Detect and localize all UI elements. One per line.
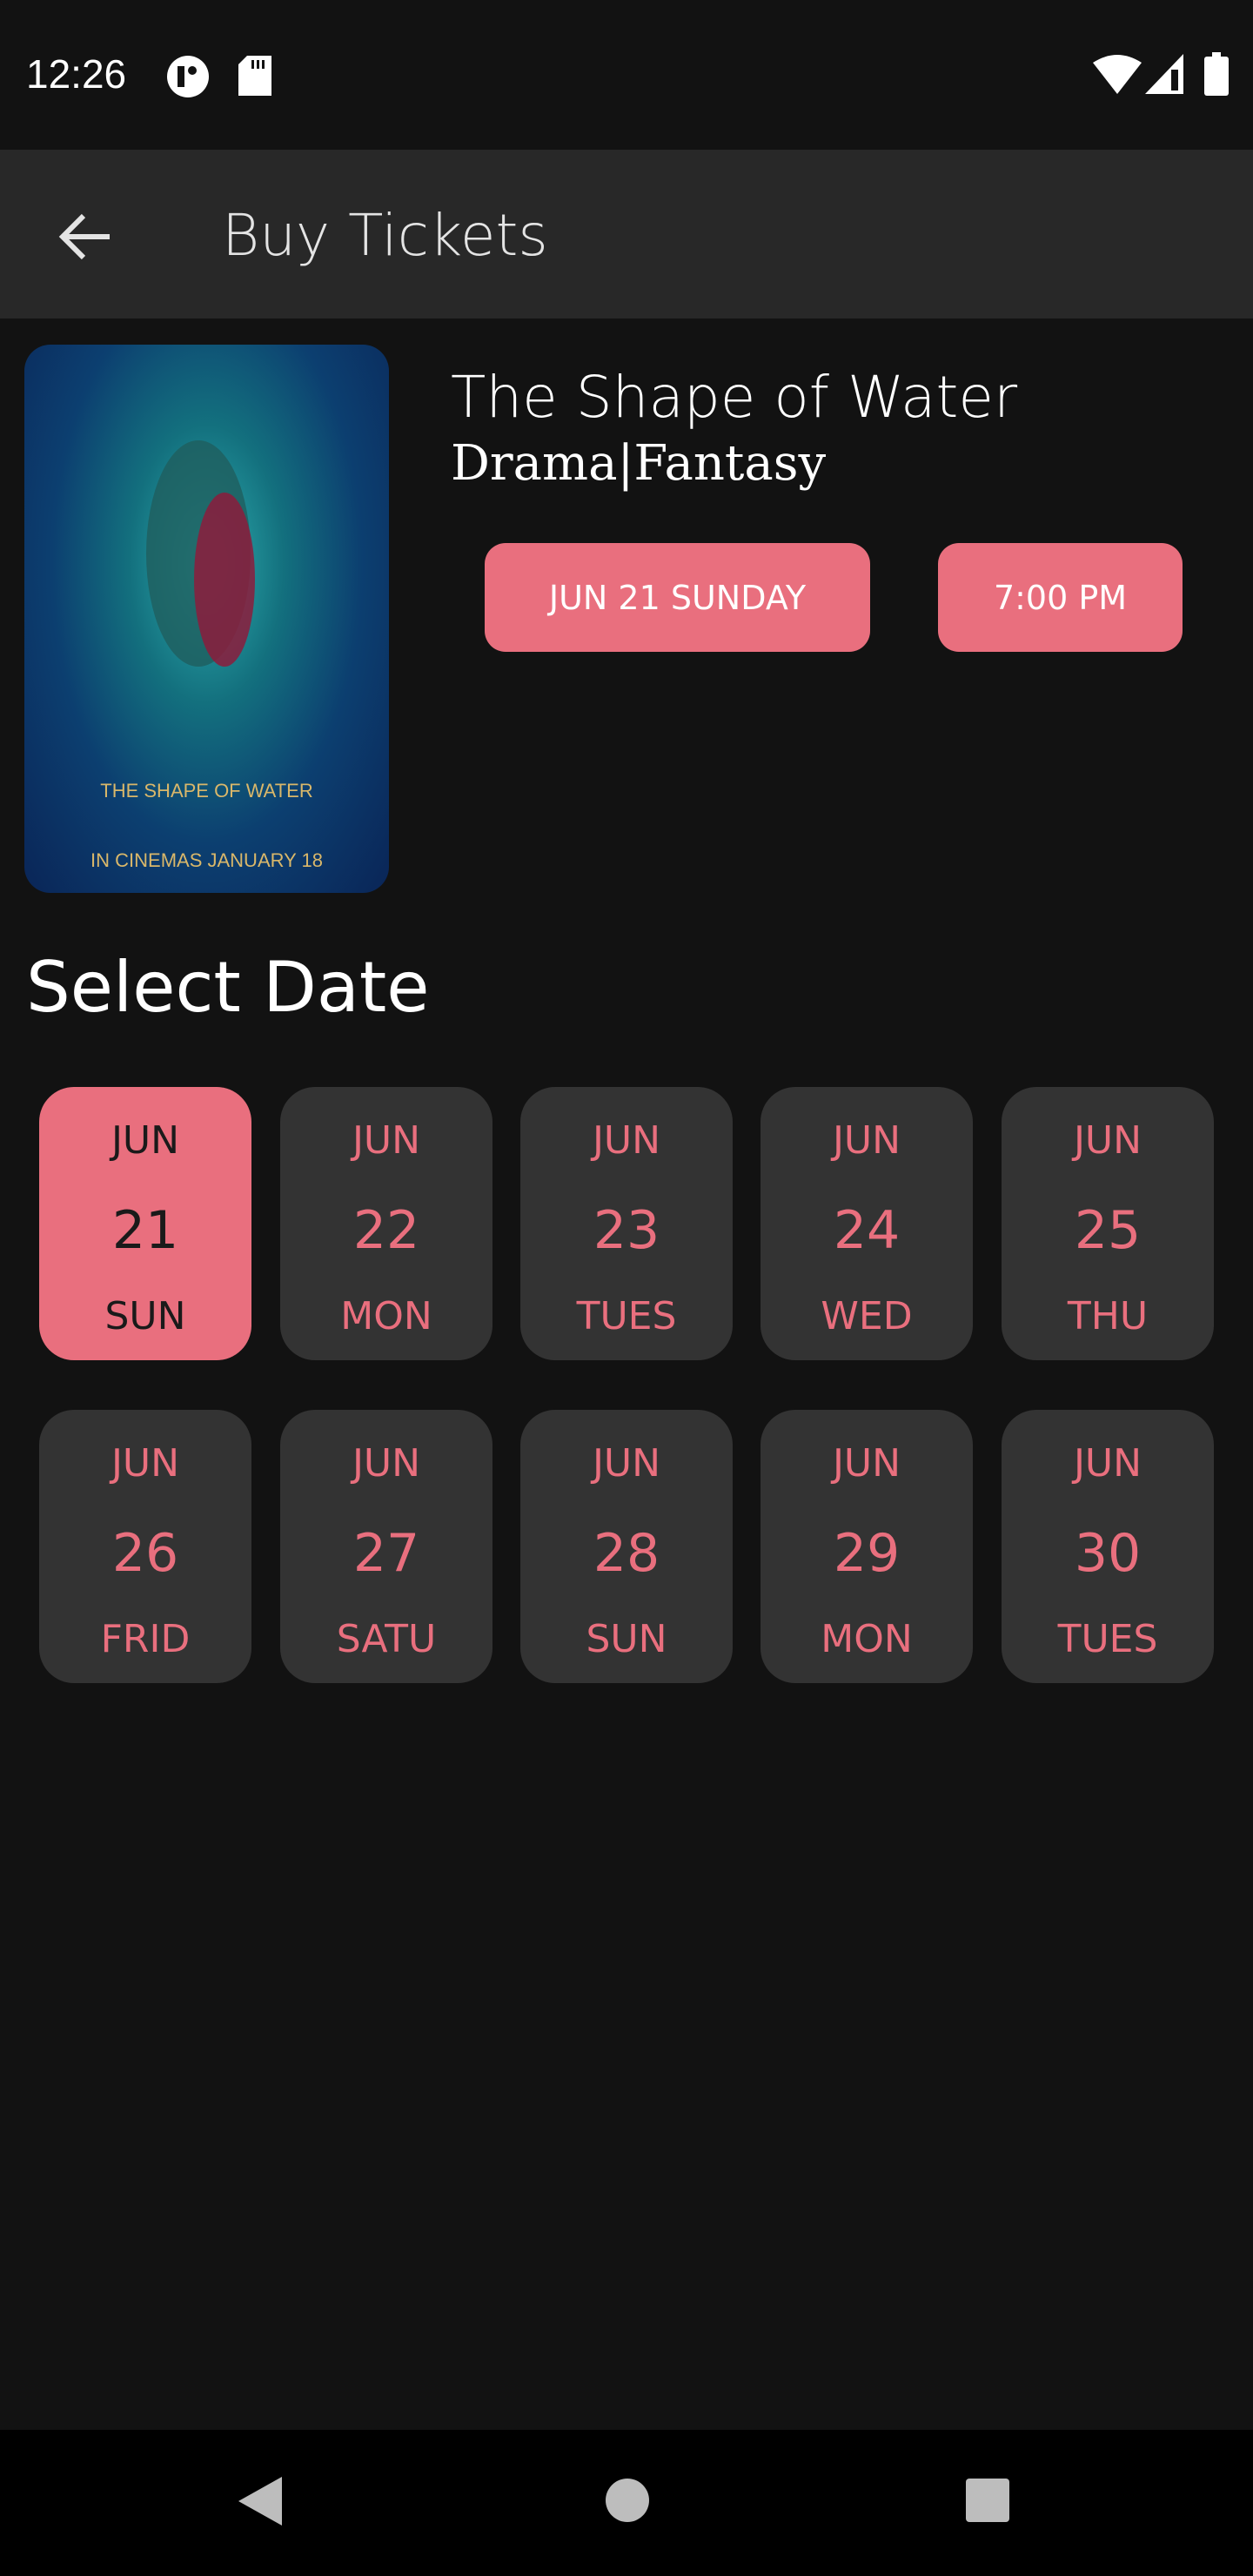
date-month: JUN xyxy=(111,1441,180,1486)
date-weekday: FRID xyxy=(100,1617,191,1661)
date-card-21[interactable]: JUN 21 SUN xyxy=(39,1087,251,1360)
date-day: 23 xyxy=(593,1200,660,1261)
date-weekday: SATU xyxy=(336,1617,437,1661)
movie-genre: Drama|Fantasy xyxy=(451,435,827,492)
signal-icon xyxy=(1145,54,1183,94)
sd-card-icon xyxy=(238,56,271,96)
battery-icon xyxy=(1204,52,1229,96)
select-date-heading: Select Date xyxy=(26,947,430,1028)
date-month: JUN xyxy=(352,1118,421,1163)
date-month: JUN xyxy=(832,1441,901,1486)
status-time: 12:26 xyxy=(26,51,127,97)
date-month: JUN xyxy=(111,1118,180,1163)
date-month: JUN xyxy=(592,1118,661,1163)
date-card-24[interactable]: JUN 24 WED xyxy=(761,1087,973,1360)
selected-date-button[interactable]: JUN 21 SUNDAY xyxy=(485,543,870,652)
date-weekday: TUES xyxy=(1057,1617,1158,1661)
poster-figures xyxy=(146,440,255,667)
date-card-29[interactable]: JUN 29 MON xyxy=(761,1410,973,1683)
date-month: JUN xyxy=(352,1441,421,1486)
app-bar xyxy=(0,150,1253,319)
date-weekday: TUES xyxy=(576,1294,677,1338)
date-day: 29 xyxy=(833,1523,901,1584)
status-bar: 12:26 xyxy=(0,0,1253,150)
date-day: 24 xyxy=(833,1200,901,1261)
navigation-bar xyxy=(0,2430,1253,2576)
back-arrow-icon[interactable] xyxy=(54,205,117,268)
poster-title: THE SHAPE OF WATER xyxy=(100,780,313,802)
date-month: JUN xyxy=(832,1118,901,1163)
date-weekday: MON xyxy=(340,1294,432,1338)
date-weekday: SUN xyxy=(586,1617,667,1661)
date-day: 27 xyxy=(352,1523,420,1584)
date-card-25[interactable]: JUN 25 THU xyxy=(1002,1087,1214,1360)
date-day: 26 xyxy=(111,1523,179,1584)
selected-time-button[interactable]: 7:00 PM xyxy=(938,543,1183,652)
movie-title: The Shape of Water xyxy=(451,364,1018,431)
date-day: 22 xyxy=(352,1200,420,1261)
date-card-27[interactable]: JUN 27 SATU xyxy=(280,1410,492,1683)
date-weekday: WED xyxy=(821,1294,913,1338)
notification-icon xyxy=(167,56,209,97)
date-card-28[interactable]: JUN 28 SUN xyxy=(520,1410,733,1683)
date-weekday: THU xyxy=(1067,1294,1149,1338)
date-card-30[interactable]: JUN 30 TUES xyxy=(1002,1410,1214,1683)
date-card-26[interactable]: JUN 26 FRID xyxy=(39,1410,251,1683)
date-day: 25 xyxy=(1074,1200,1142,1261)
poster-tagline: IN CINEMAS JANUARY 18 xyxy=(90,849,323,871)
wifi-icon xyxy=(1093,55,1142,94)
date-day: 21 xyxy=(111,1200,179,1261)
date-card-22[interactable]: JUN 22 MON xyxy=(280,1087,492,1360)
date-weekday: MON xyxy=(821,1617,913,1661)
date-month: JUN xyxy=(1073,1441,1142,1486)
page-title: Buy Tickets xyxy=(222,202,548,269)
date-weekday: SUN xyxy=(104,1294,186,1338)
movie-poster: THE SHAPE OF WATER IN CINEMAS JANUARY 18 xyxy=(24,345,389,893)
date-day: 28 xyxy=(593,1523,660,1584)
date-month: JUN xyxy=(592,1441,661,1486)
nav-back-icon[interactable] xyxy=(237,2475,285,2527)
nav-home-icon[interactable] xyxy=(604,2477,651,2524)
nav-recents-icon[interactable] xyxy=(964,2477,1011,2524)
date-day: 30 xyxy=(1074,1523,1142,1584)
date-card-23[interactable]: JUN 23 TUES xyxy=(520,1087,733,1360)
date-month: JUN xyxy=(1073,1118,1142,1163)
